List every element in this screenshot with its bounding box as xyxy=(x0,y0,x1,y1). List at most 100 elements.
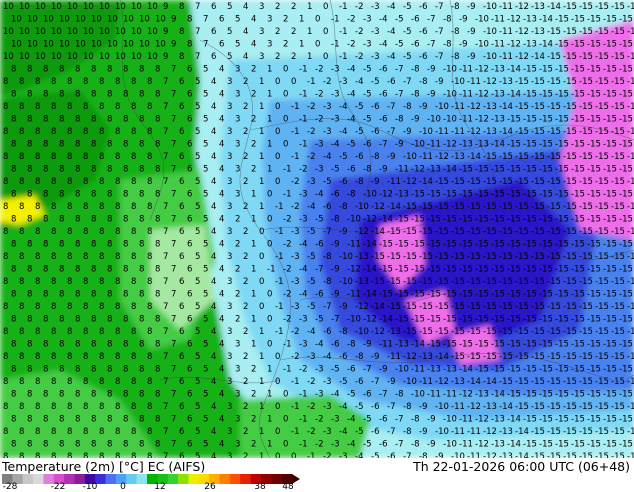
temperature-label: 8 xyxy=(51,352,56,362)
colorbar-tick: 0 xyxy=(120,482,126,492)
temperature-label: -15 xyxy=(443,290,457,300)
temperature-label: -13 xyxy=(475,140,489,150)
temperature-label: 8 xyxy=(83,127,88,137)
temperature-label: -3 xyxy=(323,102,331,112)
temperature-label: -4 xyxy=(323,352,331,362)
temperature-label: -15 xyxy=(571,215,585,225)
temperature-label: -5 xyxy=(307,302,315,312)
temperature-label: -15 xyxy=(611,127,625,137)
temperature-label: -3 xyxy=(331,90,339,100)
temperature-label: -15 xyxy=(539,115,553,125)
temperature-label: -12 xyxy=(443,140,457,150)
temperature-label: 8 xyxy=(131,327,136,337)
temperature-label: -15 xyxy=(547,177,561,187)
temperature-label: -12 xyxy=(435,152,449,162)
temperature-label: 6 xyxy=(187,290,192,300)
temperature-label: 5 xyxy=(203,190,208,200)
temperature-label: 6 xyxy=(211,2,216,12)
temperature-label: 8 xyxy=(27,365,32,375)
temperature-label: -15 xyxy=(491,215,505,225)
temperature-label: 8 xyxy=(43,415,48,425)
temperature-label: 6 xyxy=(187,115,192,125)
temperature-label: -4 xyxy=(299,265,307,275)
temperature-label: 2 xyxy=(251,165,256,175)
temperature-label: 5 xyxy=(195,127,200,137)
temperature-label: -15 xyxy=(603,190,617,200)
temperature-label: -15 xyxy=(467,277,481,287)
temperature-label: -15 xyxy=(619,415,633,425)
temperature-label: 0 xyxy=(259,302,264,312)
temperature-label: 4 xyxy=(219,190,224,200)
temperature-label: -15 xyxy=(491,240,505,250)
temperature-label: 1 xyxy=(267,365,272,375)
temperature-label: 8 xyxy=(27,415,32,425)
temperature-label: 8 xyxy=(123,240,128,250)
temperature-label: -15 xyxy=(619,340,633,350)
temperature-label: -10 xyxy=(347,215,361,225)
temperature-label: 7 xyxy=(163,327,168,337)
temperature-label: 3 xyxy=(227,152,232,162)
temperature-label: 8 xyxy=(59,440,64,450)
temperature-label: 5 xyxy=(195,277,200,287)
temperature-label: -15 xyxy=(523,265,537,275)
temperature-label: 2 xyxy=(251,140,256,150)
temperature-label: 8 xyxy=(27,165,32,175)
temperature-label: 8 xyxy=(27,115,32,125)
temperature-label: 8 xyxy=(75,115,80,125)
temperature-label: 8 xyxy=(83,377,88,387)
temperature-label: 8 xyxy=(59,65,64,75)
temperature-label: -15 xyxy=(523,115,537,125)
temperature-label: 8 xyxy=(123,315,128,325)
temperature-label: -6 xyxy=(371,102,379,112)
map-footer: Temperature (2m) [°C] EC (AIFS) Th 22-01… xyxy=(0,458,634,492)
temperature-label: -15 xyxy=(595,327,609,337)
temperature-label: -11 xyxy=(451,402,465,412)
temperature-label: -13 xyxy=(427,165,441,175)
temperature-label: 8 xyxy=(51,402,56,412)
temperature-label: 8 xyxy=(107,415,112,425)
colorbar-swatch xyxy=(64,474,75,484)
temperature-label: 2 xyxy=(291,27,296,37)
temperature-label: 6 xyxy=(211,27,216,37)
temperature-label: 10 xyxy=(115,27,126,37)
temperature-label: -3 xyxy=(371,52,379,62)
temperature-label: -13 xyxy=(531,27,545,37)
temperature-label: -12 xyxy=(363,315,377,325)
temperature-label: 8 xyxy=(11,240,16,250)
temperature-label: -2 xyxy=(283,215,291,225)
temperature-label: 1 xyxy=(259,127,264,137)
temperature-label: -6 xyxy=(363,390,371,400)
temperature-label: 8 xyxy=(11,415,16,425)
temperature-label: 0 xyxy=(283,65,288,75)
temperature-label: -15 xyxy=(563,277,577,287)
temperature-label: -15 xyxy=(507,365,521,375)
temperature-label: 5 xyxy=(203,365,208,375)
temperature-label: -3 xyxy=(291,302,299,312)
temperature-label: -1 xyxy=(291,377,299,387)
temperature-label: -15 xyxy=(619,390,633,400)
temperature-label: 8 xyxy=(123,390,128,400)
temperature-label: -7 xyxy=(331,315,339,325)
temperature-label: -15 xyxy=(571,15,585,25)
temperature-label: 7 xyxy=(195,27,200,37)
temperature-label: -15 xyxy=(475,190,489,200)
temperature-label: 8 xyxy=(139,165,144,175)
temperature-label: -7 xyxy=(363,365,371,375)
temperature-label: 4 xyxy=(219,290,224,300)
temperature-label: 4 xyxy=(211,302,216,312)
temperature-label: -15 xyxy=(515,202,529,212)
temperature-label: 10 xyxy=(91,15,102,25)
temperature-label: -5 xyxy=(331,165,339,175)
temperature-label: -15 xyxy=(579,52,593,62)
temperature-label: -11 xyxy=(459,115,473,125)
temperature-label: -15 xyxy=(531,377,545,387)
temperature-label: -15 xyxy=(627,377,634,387)
temperature-label: 6 xyxy=(187,90,192,100)
temperature-label: -15 xyxy=(411,290,425,300)
temperature-label: 10 xyxy=(99,2,110,12)
temperature-label: -15 xyxy=(611,277,625,287)
temperature-label: -15 xyxy=(547,427,561,437)
temperature-label: 8 xyxy=(19,277,24,287)
temperature-label: 8 xyxy=(99,127,104,137)
temperature-label: -2 xyxy=(315,65,323,75)
